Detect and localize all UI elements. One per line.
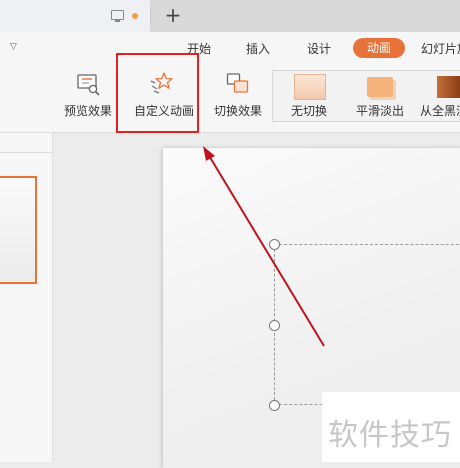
watermark-text: 软件技巧	[328, 418, 452, 453]
watermark: 软件技巧	[322, 392, 460, 462]
